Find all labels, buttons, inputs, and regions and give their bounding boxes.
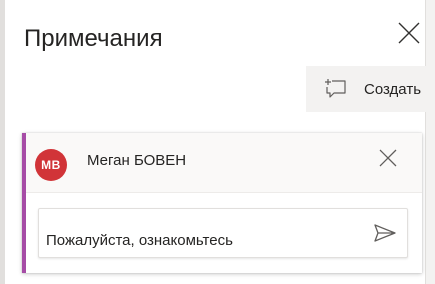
pane-title: Примечания	[24, 25, 163, 52]
create-comment-label: Создать	[364, 80, 422, 98]
send-icon	[374, 224, 396, 242]
close-icon	[379, 149, 397, 167]
reply-box	[38, 208, 408, 258]
close-pane-button[interactable]	[392, 16, 426, 50]
create-comment-button[interactable]: Создать	[306, 66, 426, 112]
avatar: MB	[35, 149, 67, 181]
close-icon	[398, 22, 420, 44]
send-button[interactable]	[372, 220, 398, 246]
author-name: Меган БОВЕН	[87, 152, 187, 169]
comment-header: MB Меган БОВЕН	[26, 133, 422, 193]
comments-pane: Примечания Создать MB Меган БОВЕН	[0, 0, 435, 284]
reply-input[interactable]	[39, 209, 364, 257]
new-comment-icon	[324, 77, 348, 101]
document-edge	[0, 0, 5, 284]
comment-card: MB Меган БОВЕН	[22, 133, 422, 273]
pane-scrollbar[interactable]	[425, 0, 435, 284]
delete-comment-button[interactable]	[375, 145, 401, 171]
